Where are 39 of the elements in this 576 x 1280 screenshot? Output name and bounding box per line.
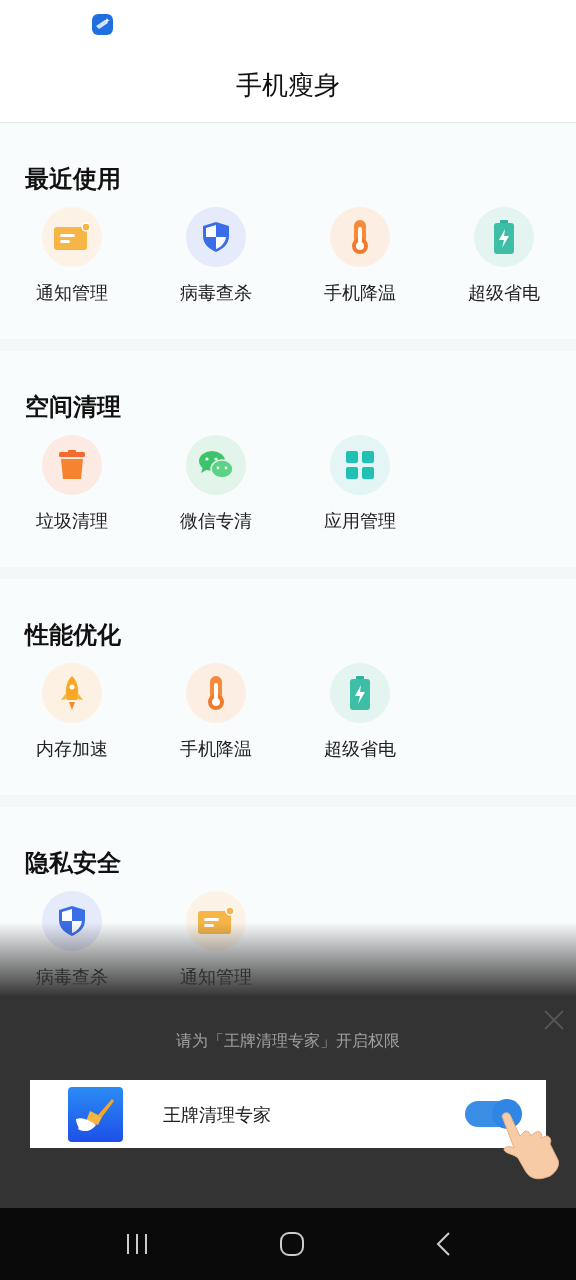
- shield-icon: [58, 905, 86, 937]
- rocket-icon: [59, 675, 85, 711]
- tool-label: 超级省电: [468, 281, 540, 305]
- permission-toggle[interactable]: [465, 1101, 521, 1127]
- recent-apps-icon[interactable]: [125, 1232, 149, 1256]
- battery-icon: [349, 675, 371, 711]
- tool-label: 病毒查杀: [36, 965, 108, 989]
- app-icon: [68, 1086, 123, 1142]
- tool-button[interactable]: [42, 435, 102, 495]
- tool-button[interactable]: [186, 663, 246, 723]
- card-icon: [197, 906, 235, 936]
- tool-label: 手机降温: [180, 737, 252, 761]
- chat-bubbles-icon: [198, 450, 234, 480]
- tool-button[interactable]: [330, 207, 390, 267]
- app-icon: [92, 13, 113, 35]
- trash-icon: [58, 450, 86, 480]
- tool-label: 病毒查杀: [180, 281, 252, 305]
- tool-label: 通知管理: [180, 965, 252, 989]
- tool-label: 垃圾清理: [36, 509, 108, 533]
- page-title: 手机瘦身: [236, 68, 340, 102]
- section-title: 隐私安全: [25, 848, 121, 879]
- permission-message: 请为「王牌清理专家」开启权限: [176, 1030, 400, 1052]
- tool-label: 通知管理: [36, 281, 108, 305]
- back-icon[interactable]: [435, 1231, 451, 1257]
- home-icon[interactable]: [279, 1231, 305, 1257]
- section-title: 最近使用: [25, 164, 121, 195]
- tool-label: 微信专清: [180, 509, 252, 533]
- close-icon[interactable]: [544, 1010, 564, 1030]
- tool-label: 应用管理: [324, 509, 396, 533]
- grid-icon: [345, 450, 375, 480]
- battery-icon: [493, 219, 515, 255]
- tool-label: 内存加速: [36, 737, 108, 761]
- section-title: 性能优化: [25, 620, 121, 651]
- tool-label: 超级省电: [324, 737, 396, 761]
- section-title: 空间清理: [25, 392, 121, 423]
- tool-label: 手机降温: [324, 281, 396, 305]
- card-icon: [53, 222, 91, 252]
- shield-icon: [202, 221, 230, 253]
- app-name: 王牌清理专家: [163, 1102, 271, 1127]
